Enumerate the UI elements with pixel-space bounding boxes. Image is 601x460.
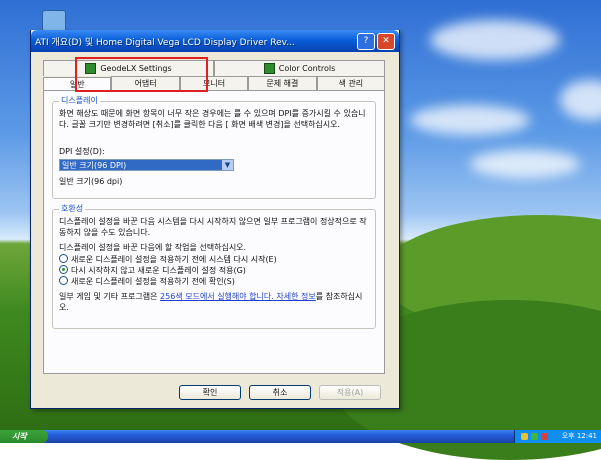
dpi-select[interactable]: 일반 크기(96 DPI) ▼ [59, 159, 234, 171]
cancel-button[interactable]: 취소 [249, 385, 311, 400]
highlight-box [75, 57, 208, 92]
dpi-label: DPI 설정(D): [59, 147, 105, 156]
display-description: 화면 해상도 때문에 화면 항목이 너무 작은 경우에는 를 수 있으며 DPI… [59, 109, 366, 129]
color-icon [263, 63, 275, 74]
volume-icon[interactable] [541, 433, 548, 440]
title-bar[interactable]: ATI 개요(D) 및 Home Digital Vega LCD Displa… [31, 30, 399, 52]
radio-label: 다시 시작하지 않고 새로운 디스플레이 설정 적용(G) [71, 266, 246, 275]
compat-question: 디스플레이 설정을 바꾼 다음에 할 작업을 선택하십시오. [59, 243, 247, 252]
desktop-shortcut-icon[interactable] [42, 10, 66, 32]
chevron-down-icon[interactable]: ▼ [222, 160, 233, 170]
display-group-title: 디스플레이 [59, 95, 100, 106]
system-tray: 오후 12:41 [514, 430, 601, 443]
radio-button[interactable] [59, 254, 68, 263]
tab-color-management[interactable]: 색 관리 [316, 76, 386, 90]
tab-color-controls[interactable]: Color Controls [214, 60, 385, 76]
ok-button[interactable]: 확인 [179, 385, 241, 400]
dpi-select-value: 일반 크기(96 DPI) [62, 161, 127, 170]
note-prefix: 일부 게임 및 기타 프로그램은 [59, 292, 161, 301]
window-title: ATI 개요(D) 및 Home Digital Vega LCD Displa… [35, 37, 295, 48]
start-button[interactable]: 시작 [0, 430, 48, 443]
close-button[interactable]: ✕ [377, 32, 395, 50]
tab-troubleshoot[interactable]: 문제 해결 [248, 76, 317, 90]
security-icon[interactable] [531, 433, 538, 440]
radio-button[interactable] [59, 265, 68, 274]
radio-label: 새로운 디스플레이 설정을 적용하기 전에 확인(S) [71, 277, 235, 286]
compat-group-title: 호환성 [59, 203, 86, 214]
taskbar: 시작 오후 12:41 [0, 430, 601, 443]
more-info-link[interactable]: 256색 모드에서 실행해야 합니다. 자세한 정보 [160, 292, 316, 301]
tab-label: Color Controls [278, 64, 336, 73]
compatibility-groupbox: 호환성 디스플레이 설정을 바꾼 다음 시스템을 다시 시작하지 않으면 일부 … [52, 203, 376, 329]
dpi-note: 일반 크기(96 dpi) [59, 177, 123, 186]
general-tab-panel: 디스플레이 화면 해상도 때문에 화면 항목이 너무 작은 경우에는 를 수 있… [43, 90, 385, 374]
radio-option-ask[interactable]: 새로운 디스플레이 설정을 적용하기 전에 확인(S) [59, 276, 235, 287]
compat-note: 일부 게임 및 기타 프로그램은 256색 모드에서 실행해야 합니다. 자세한… [59, 291, 369, 313]
compat-description: 디스플레이 설정을 바꾼 다음 시스템을 다시 시작하지 않으면 일부 프로그램… [59, 217, 367, 237]
help-button[interactable]: ? [357, 32, 375, 50]
network-icon[interactable] [521, 433, 528, 440]
radio-button[interactable] [59, 276, 68, 285]
clock[interactable]: 오후 12:41 [562, 430, 597, 443]
radio-option-restart[interactable]: 새로운 디스플레이 설정을 적용하기 전에 시스템 다시 시작(E) [59, 254, 277, 265]
apply-button[interactable]: 적용(A) [319, 385, 381, 400]
radio-label: 새로운 디스플레이 설정을 적용하기 전에 시스템 다시 시작(E) [71, 255, 277, 264]
display-groupbox: 디스플레이 화면 해상도 때문에 화면 항목이 너무 작은 경우에는 를 수 있… [52, 95, 376, 199]
radio-option-apply-without-restart[interactable]: 다시 시작하지 않고 새로운 디스플레이 설정 적용(G) [59, 265, 246, 276]
